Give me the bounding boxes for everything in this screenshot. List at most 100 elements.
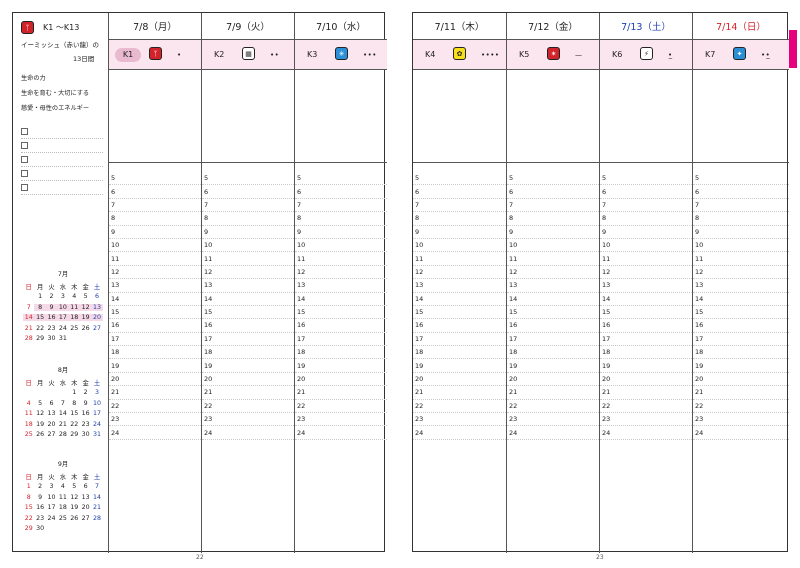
hour-row[interactable]: 23: [413, 413, 506, 427]
hour-row[interactable]: 17: [109, 333, 201, 347]
hour-row[interactable]: 19: [693, 359, 789, 373]
hour-row[interactable]: 12: [295, 266, 387, 280]
calendar-day[interactable]: 15: [34, 314, 46, 322]
hour-row[interactable]: 9: [693, 226, 789, 239]
hour-row[interactable]: 22: [109, 400, 201, 414]
hour-row[interactable]: 23: [693, 413, 789, 427]
hour-row[interactable]: 11: [600, 252, 692, 266]
hour-row[interactable]: 18: [202, 346, 294, 360]
calendar-day[interactable]: 5: [69, 483, 80, 490]
calendar-day[interactable]: 8: [34, 303, 46, 311]
hour-row[interactable]: 11: [109, 252, 201, 266]
calendar-day[interactable]: 29: [23, 525, 34, 532]
hour-row[interactable]: 19: [295, 359, 387, 373]
calendar-day[interactable]: 4: [23, 400, 34, 407]
memo-area[interactable]: [413, 70, 506, 163]
hour-row[interactable]: 22: [202, 400, 294, 414]
hour-row[interactable]: 8: [693, 212, 789, 226]
hour-row[interactable]: 21: [693, 386, 789, 400]
calendar-day[interactable]: 22: [69, 421, 80, 428]
checkbox[interactable]: [21, 184, 28, 191]
calendar-day[interactable]: 13: [91, 303, 103, 311]
hour-row[interactable]: 15: [507, 306, 599, 320]
hour-row[interactable]: 23: [507, 413, 599, 427]
calendar-day[interactable]: 8: [23, 494, 34, 501]
hour-row[interactable]: 17: [507, 333, 599, 347]
hour-row[interactable]: 9: [600, 226, 692, 239]
calendar-day[interactable]: 19: [69, 504, 80, 511]
hour-row[interactable]: 19: [109, 359, 201, 373]
hour-row[interactable]: 12: [413, 266, 506, 280]
hour-row[interactable]: 6: [693, 185, 789, 199]
calendar-day[interactable]: 11: [23, 410, 34, 417]
calendar-day[interactable]: 30: [46, 335, 57, 342]
hour-row[interactable]: 10: [600, 239, 692, 253]
hour-row[interactable]: 14: [507, 293, 599, 306]
memo-area[interactable]: [507, 70, 599, 163]
calendar-day[interactable]: 3: [57, 293, 68, 300]
calendar-day[interactable]: 21: [57, 421, 68, 428]
hour-row[interactable]: 8: [413, 212, 506, 226]
hour-row[interactable]: 9: [202, 226, 294, 239]
hour-row[interactable]: 22: [693, 400, 789, 414]
hour-row[interactable]: 11: [507, 252, 599, 266]
hour-row[interactable]: 16: [600, 319, 692, 333]
calendar-day[interactable]: 11: [57, 494, 68, 501]
calendar-day[interactable]: 18: [57, 504, 68, 511]
hour-row[interactable]: 7: [109, 199, 201, 213]
hour-row[interactable]: 19: [202, 359, 294, 373]
calendar-day[interactable]: 20: [91, 314, 103, 322]
checkbox[interactable]: [21, 156, 28, 163]
calendar-day[interactable]: 7: [57, 400, 68, 407]
checkbox[interactable]: [21, 128, 28, 135]
hour-row[interactable]: 13: [295, 279, 387, 293]
calendar-day[interactable]: 14: [91, 494, 102, 501]
calendar-day[interactable]: 3: [46, 483, 57, 490]
hour-row[interactable]: 15: [295, 306, 387, 320]
calendar-day[interactable]: 15: [69, 410, 80, 417]
hour-row[interactable]: 6: [507, 185, 599, 199]
hour-row[interactable]: 10: [109, 239, 201, 253]
calendar-day[interactable]: 5: [34, 400, 45, 407]
calendar-day[interactable]: 6: [80, 483, 91, 490]
hour-row[interactable]: 16: [109, 319, 201, 333]
hour-row[interactable]: 6: [109, 185, 201, 199]
calendar-day[interactable]: 28: [57, 431, 68, 438]
hour-row[interactable]: 12: [600, 266, 692, 280]
hour-row[interactable]: 14: [600, 293, 692, 306]
calendar-day[interactable]: 26: [34, 431, 45, 438]
memo-area[interactable]: [109, 70, 201, 163]
hour-row[interactable]: 6: [600, 185, 692, 199]
hour-row[interactable]: 15: [413, 306, 506, 320]
calendar-day[interactable]: 21: [91, 504, 102, 511]
calendar-day[interactable]: 9: [80, 400, 91, 407]
calendar-day[interactable]: 16: [34, 504, 45, 511]
hour-row[interactable]: 7: [202, 199, 294, 213]
hour-row[interactable]: 12: [202, 266, 294, 280]
hour-row[interactable]: 19: [413, 359, 506, 373]
calendar-day[interactable]: 1: [69, 389, 80, 396]
calendar-day[interactable]: 11: [68, 303, 80, 311]
calendar-day[interactable]: 23: [46, 325, 57, 332]
calendar-day[interactable]: 30: [80, 431, 91, 438]
hour-row[interactable]: 12: [693, 266, 789, 280]
hour-row[interactable]: 24: [693, 426, 789, 440]
calendar-day[interactable]: 2: [80, 389, 91, 396]
hour-row[interactable]: 15: [600, 306, 692, 320]
memo-area[interactable]: [693, 70, 789, 163]
hour-row[interactable]: 5: [202, 172, 294, 186]
calendar-day[interactable]: 29: [69, 431, 80, 438]
hour-row[interactable]: 18: [413, 346, 506, 360]
hour-row[interactable]: 5: [413, 172, 506, 186]
calendar-day[interactable]: 23: [34, 515, 45, 522]
hour-row[interactable]: 20: [600, 373, 692, 387]
checkbox[interactable]: [21, 170, 28, 177]
hour-row[interactable]: 22: [413, 400, 506, 414]
calendar-day[interactable]: 6: [91, 293, 102, 300]
calendar-day[interactable]: 27: [80, 515, 91, 522]
hour-row[interactable]: 21: [507, 386, 599, 400]
calendar-day[interactable]: 25: [57, 515, 68, 522]
calendar-day[interactable]: 22: [34, 325, 45, 332]
calendar-day[interactable]: 27: [91, 325, 102, 332]
hour-row[interactable]: 23: [295, 413, 387, 427]
